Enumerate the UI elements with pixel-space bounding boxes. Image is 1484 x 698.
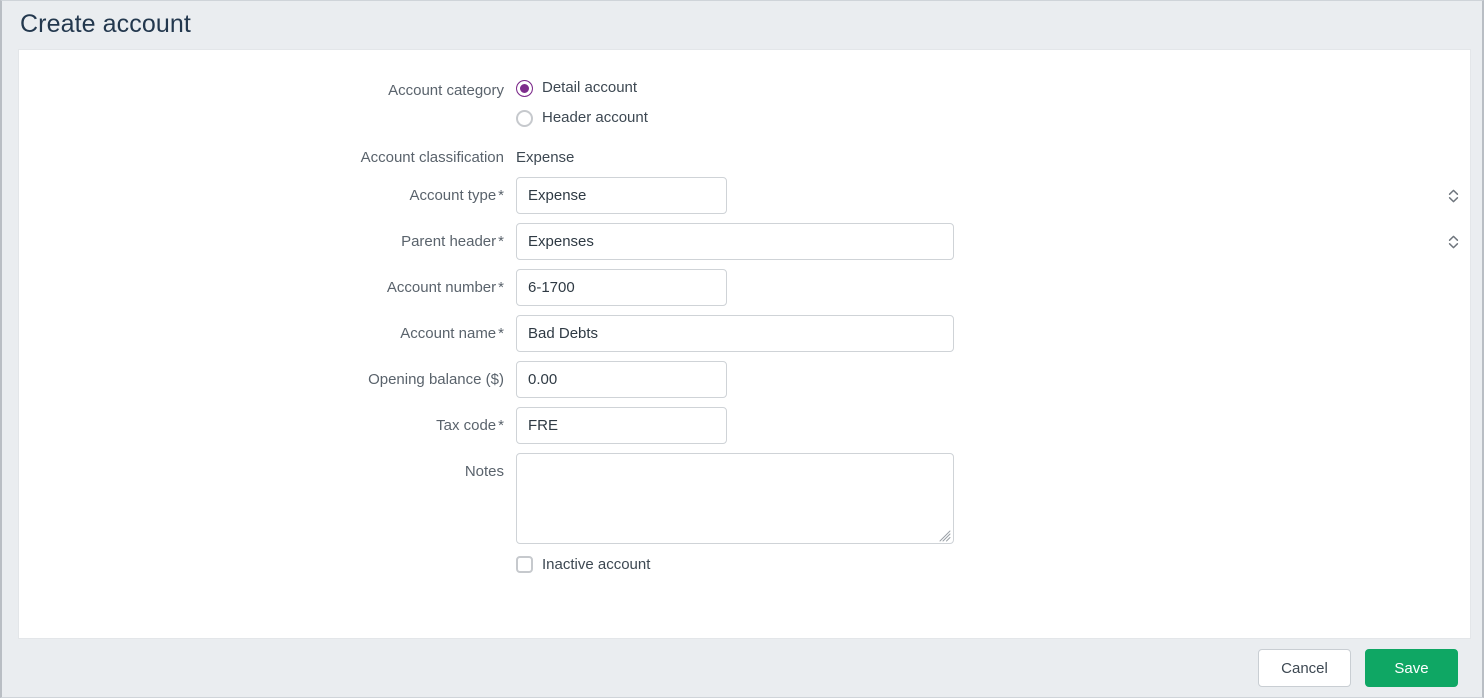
radio-label-header-account: Header account [542,109,648,126]
resize-grip-icon[interactable] [939,529,951,542]
label-account-name: Account name * [19,315,516,344]
value-account-classification: Expense [516,149,575,166]
field-account-classification: Expense [516,148,1470,168]
cancel-button[interactable]: Cancel [1258,649,1351,687]
textarea-notes[interactable] [517,454,953,543]
label-parent-header-text: Parent header [401,233,497,250]
field-parent-header: Expenses [516,223,1470,260]
radio-group-account-category: Detail account Header account [516,78,1470,128]
label-parent-header: Parent header * [19,223,516,252]
field-row-account-type: Account type * Expense [19,177,1470,214]
label-account-classification-text: Account classification [360,149,504,166]
input-account-name[interactable] [516,315,954,352]
select-wrap-account-type[interactable]: Expense [516,177,1470,214]
field-row-inactive-account: Inactive account [19,556,1470,573]
field-account-number [516,269,1470,306]
radio-label-detail-account: Detail account [542,79,638,96]
radio-option-header-account[interactable]: Header account [516,108,1470,128]
checkbox-label-inactive-account: Inactive account [542,556,651,573]
input-account-number[interactable] [516,269,727,306]
field-tax-code [516,407,1470,444]
select-parent-header[interactable]: Expenses [516,223,954,260]
chevron-updown-icon [1448,234,1459,250]
label-account-name-text: Account name [400,325,497,342]
field-notes [516,453,1470,544]
select-wrap-parent-header[interactable]: Expenses [516,223,1470,260]
label-tax-code: Tax code * [19,407,516,436]
field-row-opening-balance: Opening balance ($) [19,361,1470,398]
field-account-type: Expense [516,177,1470,214]
radio-selected-icon[interactable] [516,79,533,97]
footer-action-bar: Cancel Save [2,639,1482,697]
save-button[interactable]: Save [1365,649,1458,687]
required-marker-account-type: * [498,187,504,204]
label-account-type: Account type * [19,177,516,206]
input-tax-code[interactable] [517,408,726,443]
page-title: Create account [20,10,191,38]
field-row-notes: Notes [19,453,1470,544]
label-account-number-text: Account number [386,279,497,296]
required-marker-parent-header: * [498,233,504,250]
label-account-classification: Account classification [19,148,516,168]
field-account-name [516,315,1470,352]
chevron-updown-icon [1448,188,1459,204]
label-account-number: Account number * [19,269,516,298]
label-opening-balance: Opening balance ($) [19,361,516,390]
field-inactive-account: Inactive account [516,556,1470,573]
field-row-account-category: Account category Detail account Header a… [19,78,1470,128]
input-opening-balance[interactable] [516,361,727,398]
required-marker-account-number: * [498,279,504,296]
label-notes: Notes [19,453,516,482]
radio-option-detail-account[interactable]: Detail account [516,78,1470,98]
radio-unselected-icon[interactable] [516,109,533,127]
field-account-category: Detail account Header account [516,78,1470,128]
required-marker-account-name: * [498,325,504,342]
field-opening-balance [516,361,1470,398]
checkbox-unchecked-icon[interactable] [516,556,533,573]
label-account-category: Account category [19,78,516,101]
label-account-category-text: Account category [388,82,504,99]
page-header: Create account [2,1,1482,48]
label-account-type-text: Account type [409,187,497,204]
field-row-account-number: Account number * [19,269,1470,306]
checkbox-option-inactive-account[interactable]: Inactive account [516,556,1470,573]
select-account-type[interactable]: Expense [516,177,727,214]
required-marker-tax-code: * [498,417,504,434]
field-row-account-classification: Account classification Expense [19,148,1470,168]
form-card: Account category Detail account Header a… [18,49,1471,639]
notes-textarea-wrap[interactable] [516,453,954,544]
combobox-tax-code[interactable] [516,407,727,444]
label-tax-code-text: Tax code [436,417,497,434]
field-row-tax-code: Tax code * [19,407,1470,444]
field-row-parent-header: Parent header * Expenses [19,223,1470,260]
field-row-account-name: Account name * [19,315,1470,352]
create-account-form: Account category Detail account Header a… [19,50,1470,573]
create-account-page: Create account Account category Detail a… [0,0,1484,698]
label-notes-text: Notes [464,463,504,480]
label-opening-balance-text: Opening balance ($) [368,371,504,388]
